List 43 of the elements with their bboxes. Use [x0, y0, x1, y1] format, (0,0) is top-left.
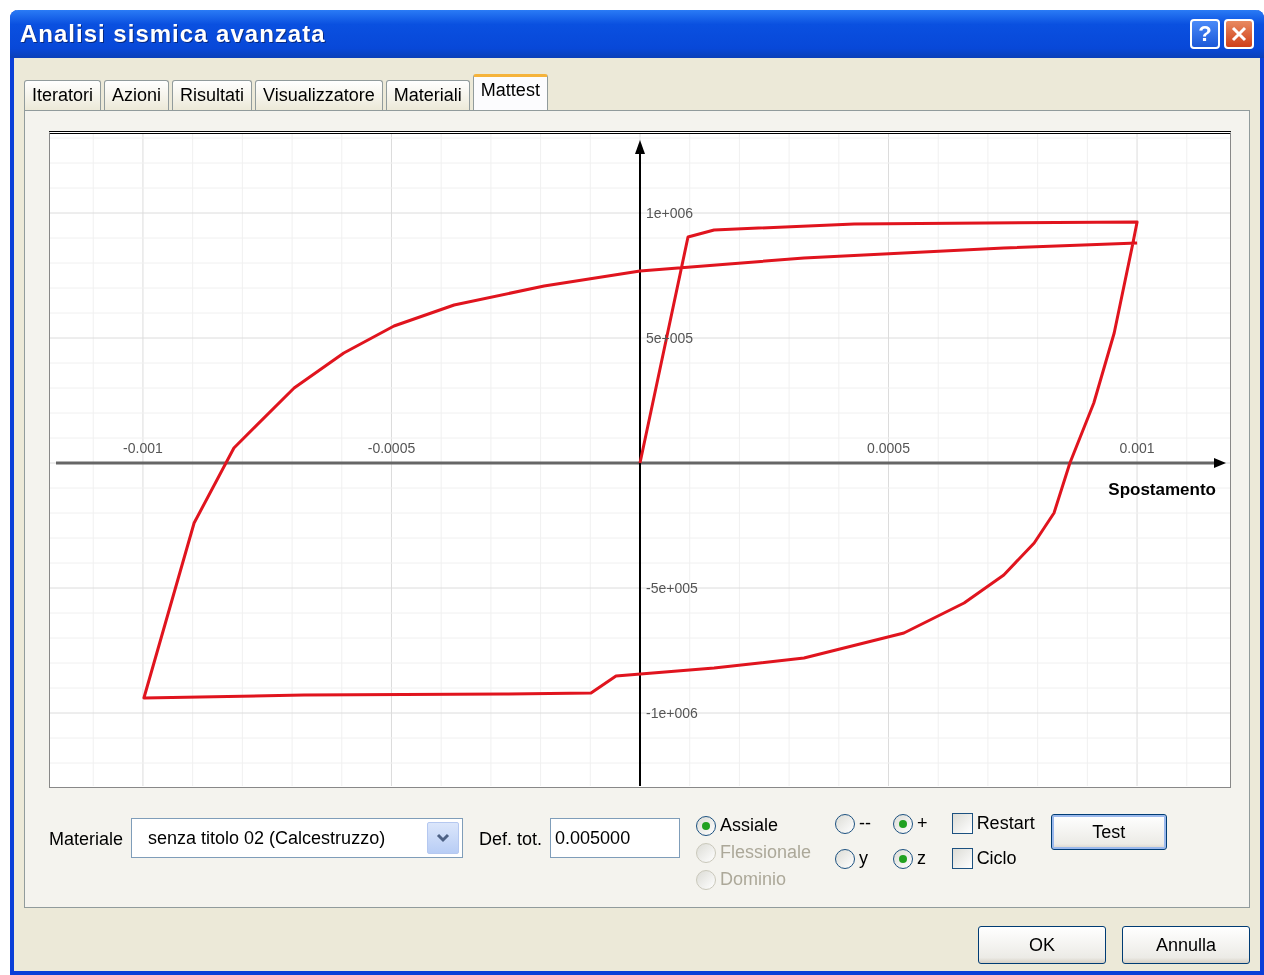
radio-button[interactable]	[893, 848, 914, 869]
radio-button[interactable]	[835, 848, 856, 869]
axis-title: Spostamento	[1108, 480, 1216, 499]
tab[interactable]: Materiali	[385, 80, 470, 110]
test-button[interactable]: Test	[1050, 814, 1167, 850]
radio-button[interactable]	[835, 813, 856, 834]
tick-label: 0.0005	[867, 440, 910, 456]
checkbox[interactable]	[951, 813, 973, 834]
tick-label: -0.0005	[367, 440, 416, 456]
radio-button[interactable]	[893, 813, 914, 834]
option-label: Restart	[976, 812, 1035, 835]
tab[interactable]: Azioni	[104, 80, 170, 110]
tick-label: -5e+005	[646, 580, 698, 596]
material-label: Materiale	[49, 828, 124, 851]
dialog-button[interactable]: OK	[978, 926, 1106, 964]
def-label: Def. tot.	[479, 828, 543, 851]
checkbox[interactable]	[951, 848, 973, 869]
def-field[interactable]: 0.005000	[550, 818, 681, 858]
radio-button[interactable]	[696, 815, 717, 836]
option-label: Dominio	[720, 868, 787, 891]
option-label: +	[917, 812, 928, 835]
tick-label: -1e+006	[646, 705, 698, 721]
window-title: Analisi sismica avanzata	[20, 19, 326, 49]
help-button[interactable]: ?	[1190, 19, 1220, 49]
close-button[interactable]	[1224, 19, 1254, 49]
tab[interactable]: Mattest	[472, 74, 548, 110]
close-icon	[1230, 25, 1248, 43]
tab[interactable]: Risultati	[172, 80, 253, 110]
option-label: Ciclo	[976, 847, 1017, 870]
chevron-icon	[436, 833, 451, 843]
material-dropdown[interactable]: senza titolo 02 (Calcestruzzo)	[131, 818, 464, 858]
tick-label: -0.001	[123, 440, 163, 456]
option-label: y	[859, 847, 869, 870]
option-label: --	[859, 812, 872, 835]
tab[interactable]: Iteratori	[24, 80, 102, 110]
option-label: z	[917, 847, 927, 870]
tick-label: 1e+006	[646, 205, 694, 221]
tab[interactable]: Visualizzatore	[255, 80, 383, 110]
dropdown-button[interactable]	[427, 822, 460, 854]
dialog-button[interactable]: Annulla	[1122, 926, 1250, 964]
option-label: Assiale	[720, 814, 779, 837]
tick-label: 0.001	[1119, 440, 1155, 456]
option-label: Flessionale	[720, 841, 812, 864]
